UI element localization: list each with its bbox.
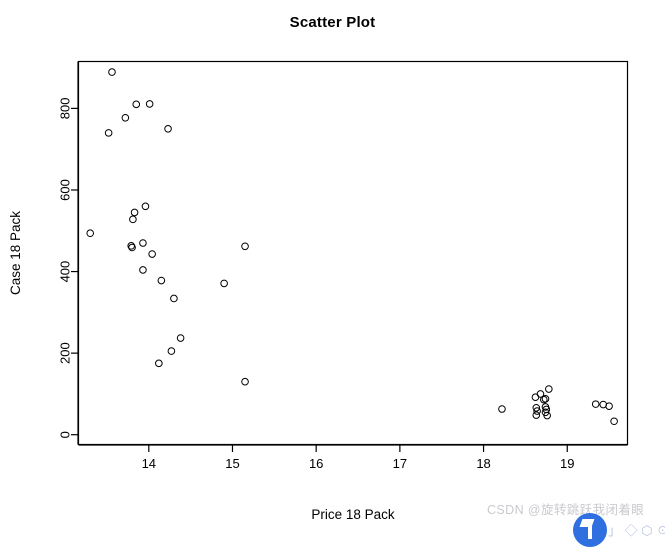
data-point	[130, 208, 139, 217]
csdn-badge-icon	[573, 513, 607, 547]
data-point	[170, 294, 178, 303]
data-point	[157, 276, 166, 285]
data-point	[532, 411, 541, 419]
y-axis-title: Case 18 Pack	[8, 211, 23, 295]
x-axis-tick-label: 15	[225, 456, 239, 471]
data-point	[610, 417, 618, 426]
watermark-tail-glyphs: 」 ◇ ⬡ ☉ ⯀	[608, 523, 665, 538]
x-axis-tick-label: 16	[309, 456, 323, 471]
data-point	[591, 400, 600, 408]
x-axis-title: Price 18 Pack	[311, 507, 395, 522]
y-axis-tick-label: 800	[58, 98, 73, 120]
data-point	[139, 266, 147, 274]
data-point	[241, 242, 249, 251]
data-point	[167, 347, 176, 355]
data-point	[104, 129, 113, 137]
data-point	[145, 100, 154, 108]
data-point	[129, 215, 137, 224]
data-point	[148, 250, 156, 258]
data-point	[176, 334, 185, 342]
data-point	[498, 405, 506, 413]
x-axis-tick-label: 17	[393, 456, 407, 471]
data-point	[531, 393, 540, 401]
data-point	[86, 229, 95, 238]
axis-titles: Price 18 Pack Case 18 Pack	[8, 211, 395, 522]
data-point	[121, 113, 130, 122]
plot-canvas: 14 15 16 17 18 19 0 200 400 600 800 Price 18 Pack…	[8, 60, 629, 522]
y-axis-tick-label: 400	[58, 261, 73, 283]
data-point	[139, 239, 147, 247]
plot-frame	[77, 60, 629, 446]
y-axis: 0 200 400 600 800	[58, 61, 79, 445]
y-axis-tick-label: 600	[58, 179, 73, 201]
x-axis-tick-label: 18	[476, 456, 490, 471]
data-point	[220, 279, 228, 288]
data-point	[605, 402, 613, 410]
data-point	[108, 68, 116, 76]
data-point-layer	[86, 68, 618, 426]
x-axis: 14 15 16 17 18 19	[78, 444, 628, 471]
x-axis-tick-label: 14	[142, 456, 156, 471]
x-axis-tick-label: 19	[560, 456, 574, 471]
plot-box	[77, 60, 629, 446]
y-axis-tick-label: 200	[58, 342, 73, 364]
data-point	[132, 100, 141, 109]
data-point	[141, 202, 150, 211]
data-point	[545, 385, 553, 393]
scatter-plot-figure: Scatter Plot 14 15 16 17 18 19 0 200 400 600 800 …	[0, 0, 665, 547]
data-point	[155, 359, 163, 368]
data-point	[241, 377, 249, 386]
y-axis-tick-label: 0	[58, 431, 73, 438]
data-point	[164, 125, 172, 133]
